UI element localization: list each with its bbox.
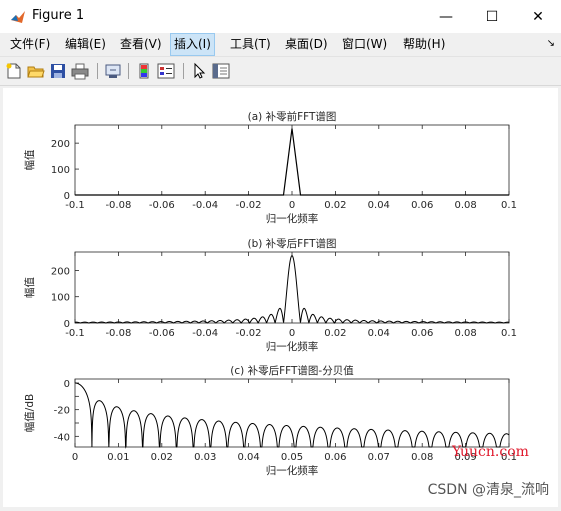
x-tick-label: 0.04 (368, 200, 390, 211)
x-tick-label: 0.02 (151, 452, 173, 463)
insert-legend-icon[interactable] (157, 62, 175, 80)
x-tick-label: 0.08 (411, 452, 433, 463)
minimize-icon: — (439, 8, 453, 25)
x-tick-label: 0.04 (368, 328, 390, 339)
x-tick-label: -0.04 (192, 328, 218, 339)
axes-box (74, 251, 510, 324)
toolbar-separator (97, 63, 98, 79)
plot-title: (b) 补零后FFT谱图 (247, 237, 336, 250)
x-axis-label: 归一化频率 (266, 464, 319, 477)
plot-title: (c) 补零后FFT谱图-分贝值 (230, 364, 354, 377)
x-tick-label: 0 (72, 452, 78, 463)
maximize-button[interactable]: ☐ (469, 0, 515, 33)
x-tick-label: 0.06 (411, 200, 433, 211)
menu-view[interactable]: 查看(V) (117, 33, 165, 56)
y-axis-label: 幅值 (23, 277, 36, 298)
x-tick-label: 0.04 (237, 452, 259, 463)
y-tick-label: 200 (51, 139, 70, 150)
x-tick-label: 0.1 (501, 200, 517, 211)
x-tick-label: 0.06 (324, 452, 346, 463)
x-tick-label: 0.02 (324, 200, 346, 211)
menu-window[interactable]: 窗口(W) (339, 33, 390, 56)
property-inspector-icon[interactable] (212, 62, 230, 80)
y-tick-label: 0 (64, 191, 70, 202)
menu-file[interactable]: 文件(F) (7, 33, 53, 56)
menu-bar: 文件(F) 编辑(E) 查看(V) 插入(I) 工具(T) 桌面(D) 窗口(W… (0, 33, 561, 56)
x-tick-label: 0 (289, 200, 295, 211)
dock-arrow-icon[interactable]: ↘ (547, 38, 555, 49)
y-tick-label: 0 (64, 319, 70, 330)
print-icon[interactable] (71, 62, 89, 80)
pointer-icon[interactable] (190, 62, 208, 80)
close-button[interactable]: ✕ (515, 0, 561, 33)
y-tick-label: 0 (64, 379, 70, 390)
x-tick-label: 0.01 (107, 452, 129, 463)
x-tick-label: 0.07 (368, 452, 390, 463)
x-tick-label: -0.06 (149, 328, 175, 339)
x-tick-label: -0.08 (105, 200, 131, 211)
x-tick-label: 0 (289, 328, 295, 339)
new-figure-icon[interactable] (5, 62, 23, 80)
x-tick-label: 0.08 (454, 200, 476, 211)
x-tick-label: -0.02 (236, 328, 262, 339)
minimize-button[interactable]: — (423, 0, 469, 33)
menu-help[interactable]: 帮助(H) (400, 33, 448, 56)
csdn-watermark: CSDN @清泉_流响 (427, 482, 549, 498)
plot-title: (a) 补零前FFT谱图 (248, 110, 337, 123)
watermark-stamp: Yuucn.com (452, 444, 529, 460)
x-tick-label: 0.05 (281, 452, 303, 463)
x-tick-label: -0.08 (105, 328, 131, 339)
menu-edit[interactable]: 编辑(E) (62, 33, 109, 56)
toolbar-separator (183, 63, 184, 79)
y-tick-label: -20 (54, 406, 70, 417)
insert-colorbar-icon[interactable] (135, 62, 153, 80)
maximize-icon: ☐ (485, 8, 499, 25)
x-tick-label: 0.03 (194, 452, 216, 463)
x-tick-label: -0.04 (192, 200, 218, 211)
y-axis-label: 幅值 (23, 149, 36, 170)
menu-tools[interactable]: 工具(T) (227, 33, 274, 56)
y-tick-label: -40 (54, 432, 70, 443)
axes-box (74, 124, 510, 196)
save-icon[interactable] (49, 62, 67, 80)
close-icon: ✕ (532, 8, 544, 25)
window-title: Figure 1 (32, 8, 85, 23)
y-tick-label: 100 (51, 165, 70, 176)
link-icon[interactable] (104, 62, 122, 80)
toolbar (0, 56, 561, 86)
y-tick-label: 200 (51, 266, 70, 277)
matlab-logo-icon (10, 9, 26, 25)
x-tick-label: -0.06 (149, 200, 175, 211)
x-axis-label: 归一化频率 (266, 340, 319, 353)
x-tick-label: 0.1 (501, 328, 517, 339)
x-tick-label: 0.02 (324, 328, 346, 339)
toolbar-separator (128, 63, 129, 79)
open-file-icon[interactable] (27, 62, 45, 80)
y-axis-label: 幅值/dB (23, 394, 36, 432)
x-tick-label: -0.02 (236, 200, 262, 211)
menu-desktop[interactable]: 桌面(D) (282, 33, 331, 56)
x-tick-label: 0.08 (454, 328, 476, 339)
x-tick-label: 0.06 (411, 328, 433, 339)
x-axis-label: 归一化频率 (266, 212, 319, 225)
title-bar: Figure 1 — ☐ ✕ (0, 0, 561, 33)
menu-insert[interactable]: 插入(I) (170, 33, 215, 56)
y-tick-label: 100 (51, 293, 70, 304)
